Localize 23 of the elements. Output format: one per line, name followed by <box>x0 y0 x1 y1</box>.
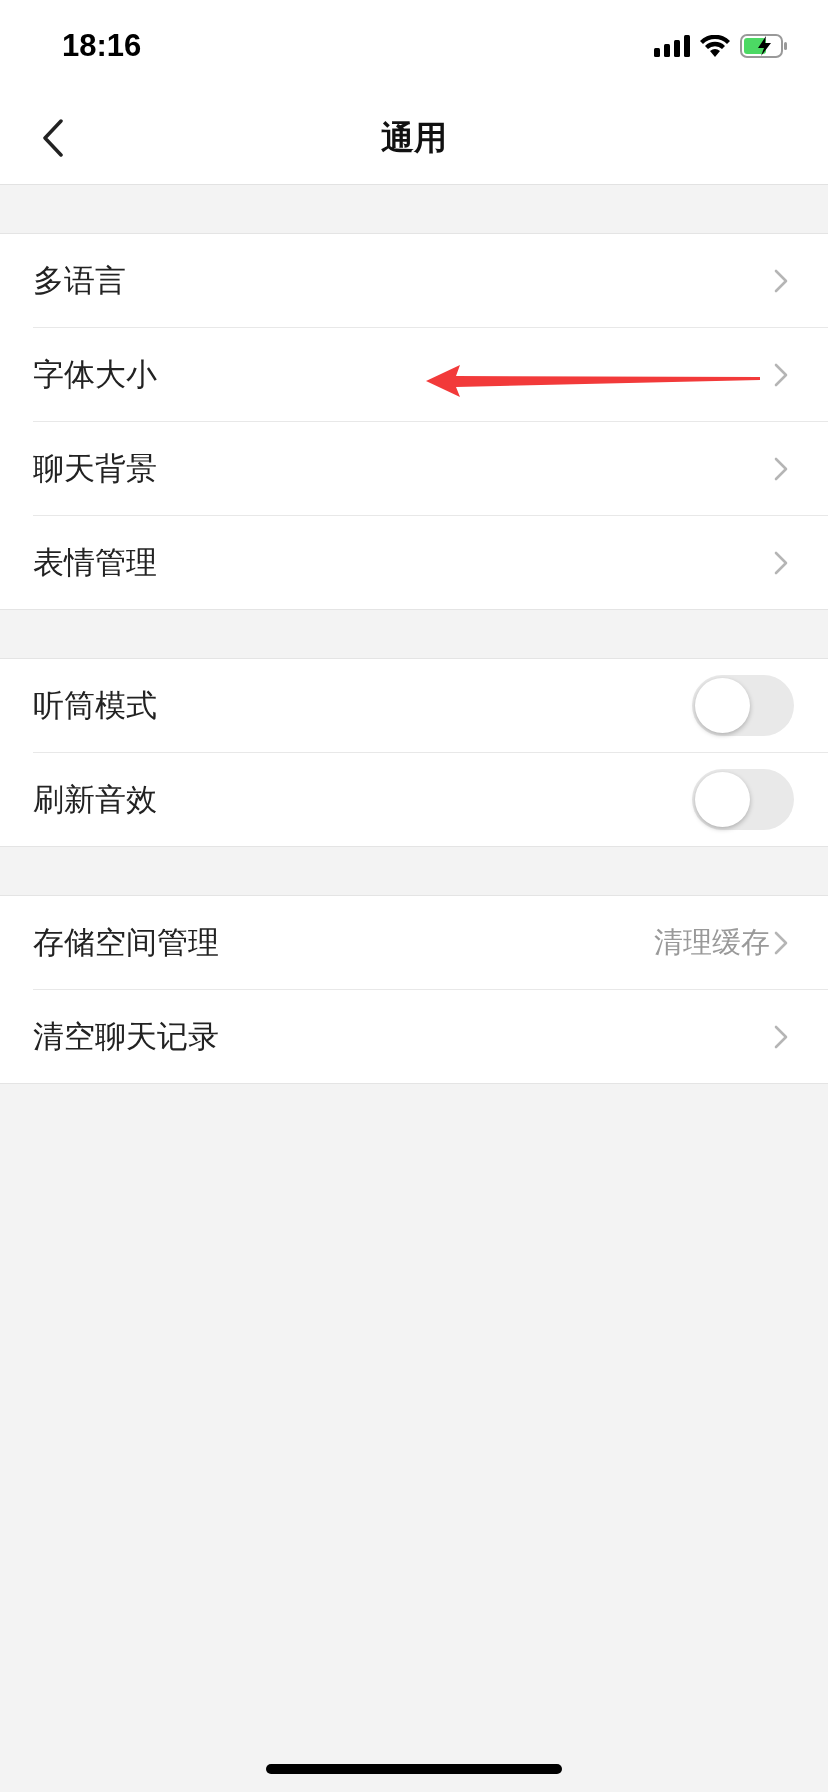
setting-label[interactable]: 字体大小 <box>33 353 770 396</box>
battery-charging-icon <box>740 34 788 58</box>
toggle-switch[interactable] <box>692 675 794 736</box>
wifi-icon <box>700 35 730 57</box>
toggle-switch[interactable] <box>692 769 794 830</box>
setting-label[interactable]: 存储空间管理 <box>33 921 650 964</box>
setting-label[interactable]: 清空聊天记录 <box>33 1015 770 1058</box>
page-title: 通用 <box>381 116 447 159</box>
chevron-icon[interactable] <box>774 550 788 575</box>
chevron-icon[interactable] <box>774 268 788 293</box>
setting-label[interactable]: 听筒模式 <box>33 684 688 727</box>
chevron-icon[interactable] <box>774 1024 788 1049</box>
setting-value: 清理缓存 <box>654 923 770 961</box>
chevron-icon[interactable] <box>774 930 788 955</box>
status-time: 18:16 <box>62 28 142 64</box>
setting-label[interactable]: 多语言 <box>33 259 770 302</box>
setting-label[interactable]: 聊天背景 <box>33 447 770 490</box>
signal-icon <box>654 35 690 57</box>
chevron-icon[interactable] <box>774 362 788 387</box>
setting-label[interactable]: 表情管理 <box>33 541 770 584</box>
chevron-icon[interactable] <box>774 456 788 481</box>
back-icon[interactable] <box>42 119 64 157</box>
setting-label[interactable]: 刷新音效 <box>33 778 688 821</box>
